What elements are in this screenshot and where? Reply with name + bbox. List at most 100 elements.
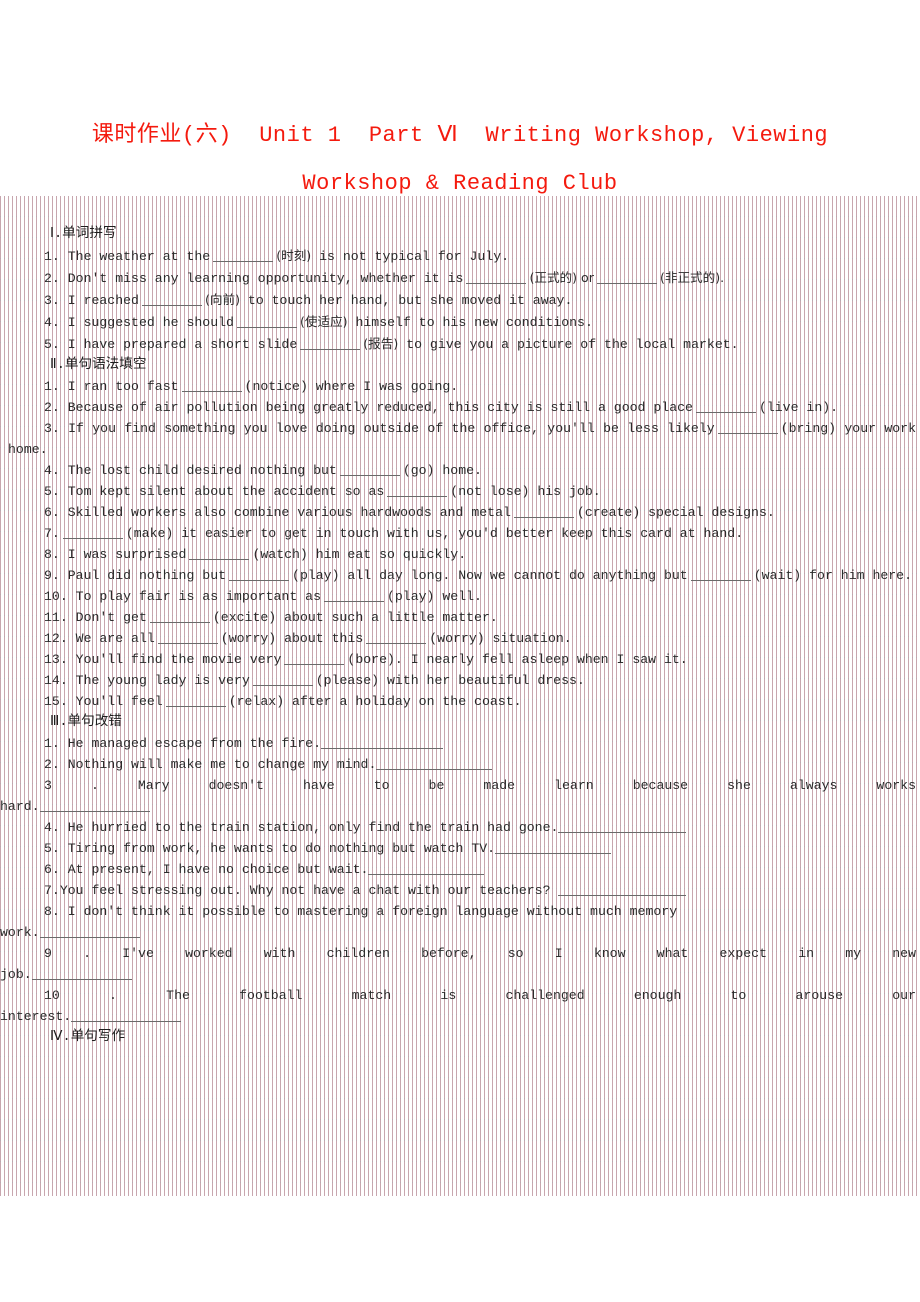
question-text: 10. To play fair is as important as <box>44 589 321 604</box>
answer-blank[interactable] <box>366 630 427 644</box>
question-item: 2. Because of air pollution being greatl… <box>0 397 920 418</box>
question-text-cont: (notice) where I was going. <box>244 379 459 394</box>
question-item: 5. I have prepared a short slide (报告) to … <box>0 333 920 355</box>
question-text: 15. You'll feel <box>44 694 163 709</box>
answer-blank[interactable] <box>62 525 123 539</box>
answer-blank[interactable] <box>339 462 400 476</box>
question-text-cont: (wait) for him here. <box>753 568 913 583</box>
answer-blank[interactable] <box>141 292 202 306</box>
question-item: 4. He hurried to the train station, only… <box>0 817 920 838</box>
question-text: 1. The weather at the <box>44 249 211 264</box>
correction-answer-line[interactable] <box>39 798 150 812</box>
question-item: 3 . Mary doesn't have to be made learn b… <box>0 775 920 796</box>
question-text: 7.You feel stressing out. Why not have a… <box>44 883 551 898</box>
question-text-cont: (play) well. <box>386 589 482 604</box>
answer-blank[interactable] <box>284 651 345 665</box>
correction-answer-line[interactable] <box>320 735 443 749</box>
correction-answer-line[interactable] <box>39 924 140 938</box>
question-text: 13. You'll find the movie very <box>44 652 282 667</box>
question-text-cont: (relax) after a holiday on the coast. <box>228 694 522 709</box>
question-text-cont: job. <box>0 967 32 982</box>
correction-answer-line[interactable] <box>71 1008 182 1022</box>
section-heading-1: Ⅰ.单词拼写 <box>50 227 117 242</box>
question-text: 2. Because of air pollution being greatl… <box>44 400 693 415</box>
question-text: 2. Don't miss any learning opportunity, … <box>44 271 464 286</box>
question-text-cont: work. <box>0 925 40 940</box>
question-item: 3. I reached (向前) to touch her hand, but … <box>0 289 920 311</box>
answer-blank[interactable] <box>695 399 756 413</box>
answer-blank[interactable] <box>189 546 250 560</box>
question-item: 13. You'll find the movie very (bore). I … <box>0 649 920 670</box>
hint-chinese: (报告) <box>363 336 399 351</box>
question-text: 8. I don't think it possible to masterin… <box>44 904 678 919</box>
question-text: 3. If you find something you love doing … <box>44 421 715 436</box>
question-item: 9. Paul did nothing but (play) all day lo… <box>0 565 920 586</box>
question-text-cont: hard. <box>0 799 40 814</box>
question-item: 8. I don't think it possible to masterin… <box>0 901 920 922</box>
answer-blank[interactable] <box>596 270 657 284</box>
question-item: 4. I suggested he should (使适应) himself to… <box>0 311 920 333</box>
correction-answer-line[interactable] <box>558 882 687 896</box>
question-item: 4. The lost child desired nothing but (go… <box>0 460 920 481</box>
page-title: 课时作业(六) Unit 1 Part Ⅵ Writing Workshop, … <box>0 0 920 208</box>
question-item: 5. Tom kept silent about the accident so… <box>0 481 920 502</box>
answer-blank[interactable] <box>323 588 384 602</box>
question-item: 5. Tiring from work, he wants to do noth… <box>0 838 920 859</box>
answer-blank[interactable] <box>387 483 448 497</box>
question-item: 9 . I've worked with children before, so… <box>0 943 920 964</box>
correction-answer-line[interactable] <box>368 861 485 875</box>
hint-chinese: (正式的) or <box>529 270 594 285</box>
question-text-cont: (live in). <box>758 400 839 415</box>
answer-blank[interactable] <box>690 567 751 581</box>
question-item: 1. The weather at the (时刻) is not typical… <box>0 245 920 267</box>
question-item-continued: work. <box>0 922 920 943</box>
question-text-cont: (not lose) his job. <box>450 484 601 499</box>
question-item: 6. At present, I have no choice but wait… <box>0 859 920 880</box>
question-text: 11. Don't get <box>44 610 147 625</box>
section-heading-4: Ⅳ.单句写作 <box>50 1030 126 1045</box>
question-item-continued: job. <box>0 964 920 985</box>
answer-blank[interactable] <box>466 270 527 284</box>
question-item: 11. Don't get (excite) about such a littl… <box>0 607 920 628</box>
answer-blank[interactable] <box>513 504 574 518</box>
question-text-cont: interest. <box>0 1009 72 1024</box>
answer-blank[interactable] <box>236 314 297 328</box>
question-text-cont: (bore). I nearly fell asleep when I saw … <box>347 652 688 667</box>
answer-blank[interactable] <box>157 630 218 644</box>
answer-blank[interactable] <box>181 378 242 392</box>
question-item-continued: hard. <box>0 796 920 817</box>
correction-answer-line[interactable] <box>495 840 612 854</box>
question-text: 10 . The football match is challenged en… <box>44 988 916 1003</box>
hint-chinese: (时刻) <box>276 248 312 263</box>
question-item: 7. (make) it easier to get in touch with … <box>0 523 920 544</box>
answer-blank[interactable] <box>149 609 210 623</box>
answer-blank[interactable] <box>229 567 290 581</box>
question-item: 3. If you find something you love doing … <box>0 418 920 460</box>
question-item: 2. Don't miss any learning opportunity, … <box>0 267 920 289</box>
question-text: 2. Nothing will make me to change my min… <box>44 757 377 772</box>
answer-blank[interactable] <box>165 693 226 707</box>
answer-blank[interactable] <box>252 672 313 686</box>
question-text: 7. <box>44 526 60 541</box>
question-text-cont: (make) it easier to get in touch with us… <box>125 526 744 541</box>
question-text-cont: himself to his new conditions. <box>355 315 593 330</box>
correction-answer-line[interactable] <box>558 819 687 833</box>
section-heading-3: Ⅲ.单句改错 <box>50 715 122 730</box>
question-text-cont: to give you a picture of the local marke… <box>406 337 739 352</box>
question-text: 1. I ran too fast <box>44 379 179 394</box>
answer-blank[interactable] <box>213 248 274 262</box>
question-item: 14. The young lady is very (please) with … <box>0 670 920 691</box>
question-text-cont: (create) special designs. <box>576 505 775 520</box>
section-heading-2: Ⅱ.单句语法填空 <box>50 358 147 373</box>
question-text: 3 . Mary doesn't have to be made learn b… <box>44 778 916 793</box>
answer-blank[interactable] <box>300 336 361 350</box>
question-text: 1. He managed escape from the fire. <box>44 736 321 751</box>
hint-chinese: (非正式的). <box>659 270 725 285</box>
title-line-2: Workshop & Reading Club <box>302 171 618 196</box>
question-text-cont: (please) with her beautiful dress. <box>315 673 585 688</box>
question-text: 12. We are all <box>44 631 155 646</box>
correction-answer-line[interactable] <box>376 756 493 770</box>
correction-answer-line[interactable] <box>31 966 132 980</box>
question-text-cont: to touch her hand, but she moved it away… <box>247 293 573 308</box>
answer-blank[interactable] <box>717 420 778 434</box>
